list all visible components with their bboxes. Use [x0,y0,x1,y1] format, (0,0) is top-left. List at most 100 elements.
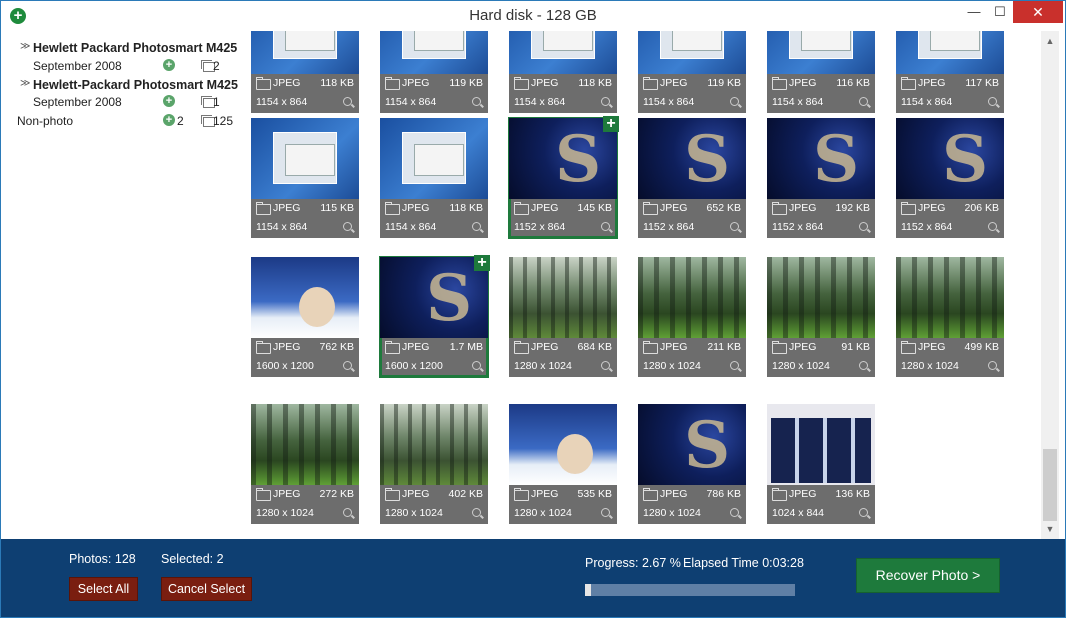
photo-thumbnail[interactable] [509,404,617,485]
tree-item-date[interactable]: September 2008 [33,59,122,73]
plus-circle-icon[interactable]: + [163,95,175,107]
scroll-down-arrow-icon[interactable]: ▼ [1041,521,1059,537]
photo-thumbnail[interactable] [380,404,488,485]
maximize-button[interactable]: ☐ [987,1,1013,23]
photo-tile[interactable]: S JPEG 1.7 MB 1600 x 1200 + [379,255,490,378]
collapse-chevron-icon[interactable]: ≫ [20,41,30,52]
folder-icon [772,202,787,215]
photo-meta: JPEG 206 KB 1152 x 864 [896,199,1004,238]
magnifier-icon[interactable] [859,361,868,370]
photo-tile[interactable]: JPEG 402 KB 1280 x 1024 [380,404,488,524]
photo-thumbnail[interactable]: S [380,257,488,338]
magnifier-icon[interactable] [601,508,610,517]
close-button[interactable]: ✕ [1013,1,1063,23]
photo-thumbnail[interactable] [251,31,359,74]
photo-thumbnail[interactable] [380,118,488,199]
magnifier-icon[interactable] [730,508,739,517]
magnifier-icon[interactable] [601,361,610,370]
magnifier-icon[interactable] [601,222,610,231]
photo-thumbnail[interactable] [251,257,359,338]
magnifier-icon[interactable] [472,508,481,517]
photo-thumbnail[interactable]: S [638,118,746,199]
magnifier-icon[interactable] [343,508,352,517]
photo-tile[interactable]: JPEG 211 KB 1280 x 1024 [638,257,746,377]
selected-plus-icon[interactable]: + [603,116,619,132]
recover-photo-button[interactable]: Recover Photo > [856,558,1000,593]
photo-thumbnail[interactable] [896,31,1004,74]
photo-thumbnail[interactable] [251,118,359,199]
photo-tile[interactable]: JPEG 762 KB 1600 x 1200 [251,257,359,377]
magnifier-icon[interactable] [988,361,997,370]
photo-tile[interactable]: S JPEG 145 KB 1152 x 864 + [508,116,619,239]
magnifier-icon[interactable] [601,97,610,106]
photo-thumbnail[interactable] [896,257,1004,338]
photo-tile[interactable]: S JPEG 192 KB 1152 x 864 [767,118,875,238]
photo-tile[interactable]: S JPEG 206 KB 1152 x 864 [896,118,1004,238]
tree-item-device[interactable]: Hewlett Packard Photosmart M425 [33,41,237,55]
magnifier-icon[interactable] [730,97,739,106]
collapse-chevron-icon[interactable]: ≫ [20,78,30,89]
photo-thumbnail[interactable] [767,404,875,485]
magnifier-icon[interactable] [730,222,739,231]
vertical-scrollbar[interactable]: ▲ ▼ [1041,31,1059,539]
magnifier-icon[interactable] [730,361,739,370]
photo-tile[interactable]: JPEG 136 KB 1024 x 844 [767,404,875,524]
tree-item-device[interactable]: Hewlett-Packard Photosmart M425 [33,78,238,92]
photo-tile[interactable]: JPEG 535 KB 1280 x 1024 [509,404,617,524]
magnifier-icon[interactable] [859,222,868,231]
magnifier-icon[interactable] [472,222,481,231]
selected-plus-icon[interactable]: + [474,255,490,271]
photo-tile[interactable]: S JPEG 786 KB 1280 x 1024 [638,404,746,524]
photo-thumbnail[interactable] [767,31,875,74]
photo-thumbnail[interactable] [509,257,617,338]
tree-item-date[interactable]: September 2008 [33,95,122,109]
magnifier-icon[interactable] [859,97,868,106]
photo-thumbnail[interactable]: S [767,118,875,199]
photo-meta: JPEG 684 KB 1280 x 1024 [509,338,617,377]
photo-thumbnail[interactable] [509,31,617,74]
photo-tile[interactable]: JPEG 118 KB 1154 x 864 [509,31,617,113]
photo-size: 206 KB [964,202,999,214]
magnifier-icon[interactable] [988,97,997,106]
scroll-up-arrow-icon[interactable]: ▲ [1041,33,1059,49]
photo-tile[interactable]: JPEG 117 KB 1154 x 864 [896,31,1004,113]
photo-tile[interactable]: JPEG 684 KB 1280 x 1024 [509,257,617,377]
photo-tile[interactable]: JPEG 115 KB 1154 x 864 [251,118,359,238]
photo-thumbnail[interactable] [638,31,746,74]
photo-thumbnail[interactable] [638,257,746,338]
magnifier-icon[interactable] [472,361,481,370]
photo-thumbnail[interactable] [251,404,359,485]
magnifier-icon[interactable] [343,222,352,231]
magnifier-icon[interactable] [343,97,352,106]
photo-tile[interactable]: JPEG 91 KB 1280 x 1024 [767,257,875,377]
photo-tile[interactable]: JPEG 118 KB 1154 x 864 [251,31,359,113]
photo-thumbnail[interactable]: S [896,118,1004,199]
photo-tile[interactable]: JPEG 118 KB 1154 x 864 [380,118,488,238]
tree-item-non-photo[interactable]: Non-photo [17,114,73,128]
tree-total-count: 1 [213,95,220,109]
photo-dimensions: 1154 x 864 [256,221,308,233]
photo-thumbnail[interactable] [767,257,875,338]
cancel-select-button[interactable]: Cancel Select [161,577,252,601]
magnifier-icon[interactable] [988,222,997,231]
photo-format: JPEG [789,202,817,214]
plus-circle-icon[interactable]: + [163,114,175,126]
select-all-button[interactable]: Select All [69,577,138,601]
plus-circle-icon[interactable]: + [163,59,175,71]
photo-tile[interactable]: JPEG 499 KB 1280 x 1024 [896,257,1004,377]
photo-tile[interactable]: S JPEG 652 KB 1152 x 864 [638,118,746,238]
photo-thumbnail[interactable]: S [638,404,746,485]
magnifier-icon[interactable] [472,97,481,106]
photo-thumbnail[interactable] [380,31,488,74]
scrollbar-thumb[interactable] [1043,449,1057,521]
minimize-button[interactable]: — [961,1,987,23]
photo-tile[interactable]: JPEG 272 KB 1280 x 1024 [251,404,359,524]
photo-thumbnail[interactable]: S [509,118,617,199]
photo-tile[interactable]: JPEG 119 KB 1154 x 864 [380,31,488,113]
magnifier-icon[interactable] [859,508,868,517]
magnifier-icon[interactable] [343,361,352,370]
photo-tile[interactable]: JPEG 119 KB 1154 x 864 [638,31,746,113]
photo-size: 192 KB [835,202,870,214]
folder-icon [772,77,787,90]
photo-tile[interactable]: JPEG 116 KB 1154 x 864 [767,31,875,113]
